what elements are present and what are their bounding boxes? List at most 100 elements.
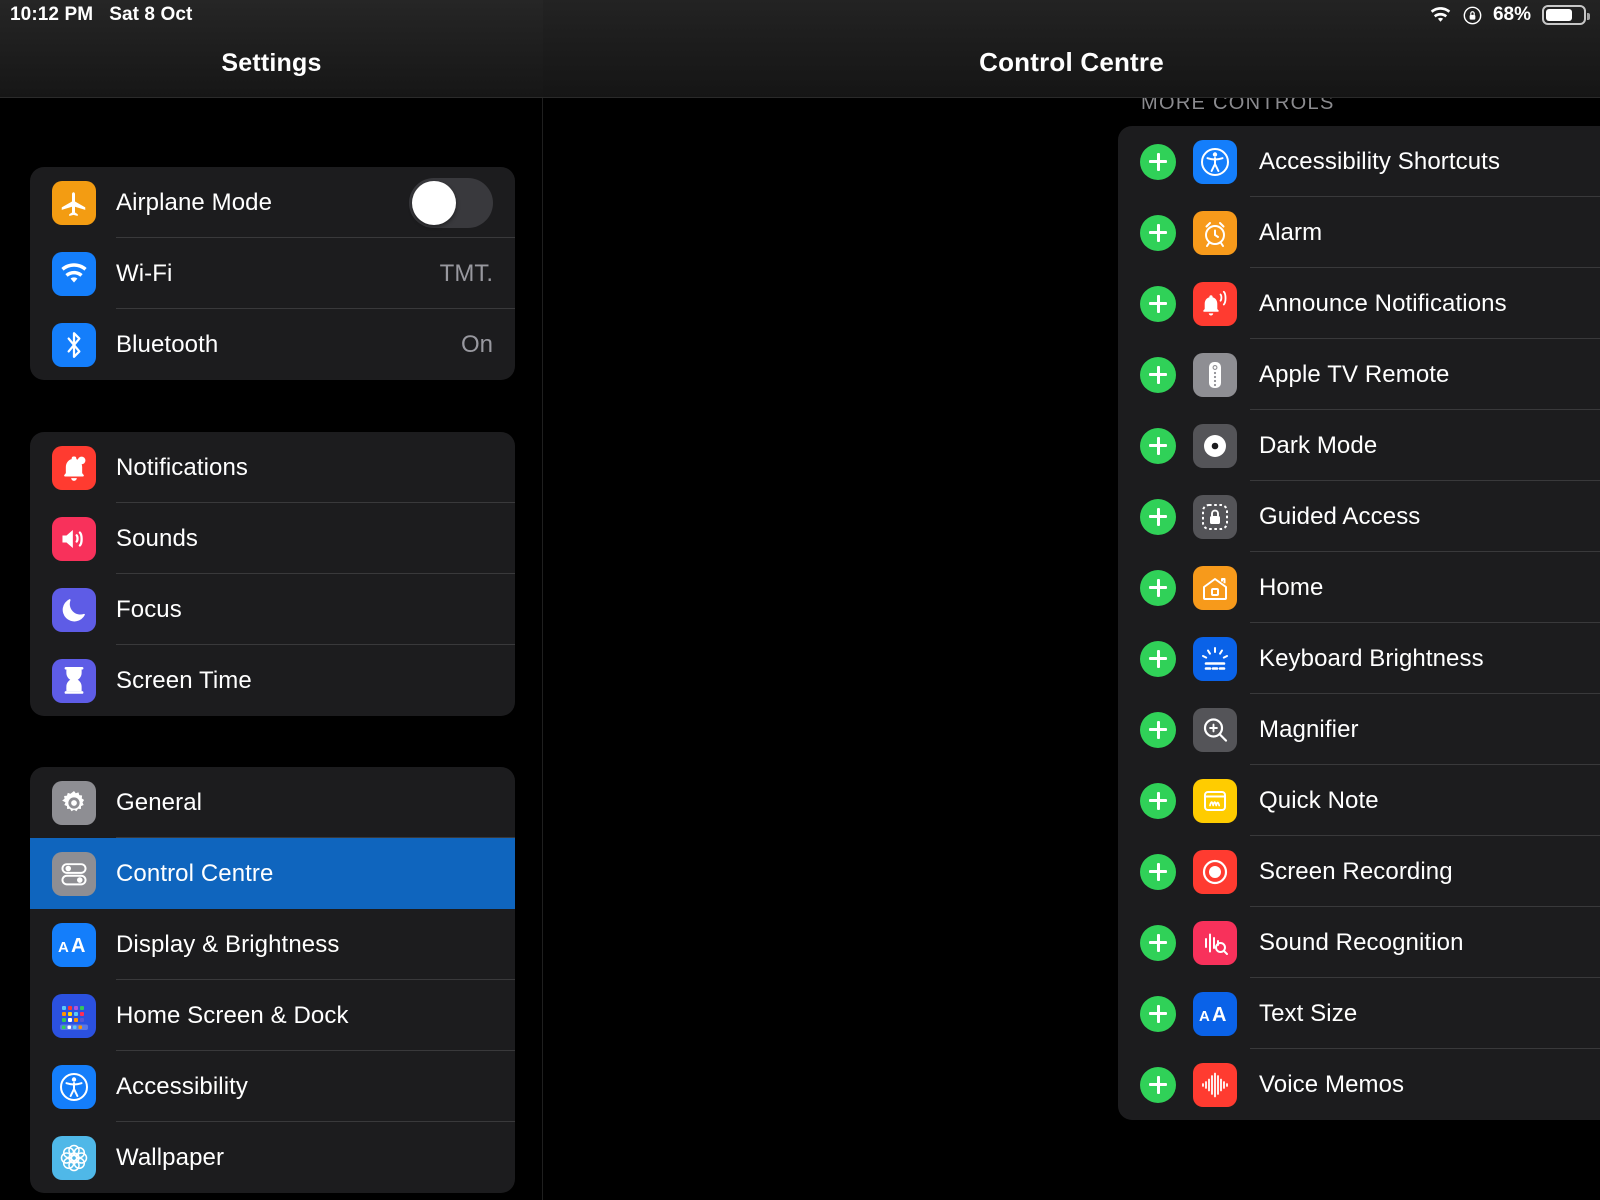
sidebar-item-home-screen-dock[interactable]: Home Screen & Dock [30, 980, 515, 1051]
sidebar-item-screen-time[interactable]: Screen Time [30, 645, 515, 716]
control-row-screen-recording[interactable]: Screen Recording [1118, 836, 1600, 907]
wifi-icon [1429, 6, 1452, 24]
magnifier-icon [1193, 707, 1237, 752]
plus-icon[interactable] [1140, 711, 1176, 748]
status-date: Sat 8 Oct [109, 4, 193, 25]
control-label: Text Size [1259, 999, 1358, 1027]
control-row-guided-access[interactable]: Guided Access [1118, 481, 1600, 552]
control-row-sound-recognition[interactable]: Sound Recognition [1118, 907, 1600, 978]
control-label: Voice Memos [1259, 1070, 1405, 1098]
sidebar-item-label: Notifications [116, 453, 249, 481]
control-row-home[interactable]: Home [1118, 552, 1600, 623]
control-row-apple-tv-remote[interactable]: Apple TV Remote [1118, 339, 1600, 410]
control-row-keyboard-brightness[interactable]: Keyboard Brightness [1118, 623, 1600, 694]
page-title: Settings [221, 49, 322, 77]
plus-icon[interactable] [1140, 853, 1176, 890]
guided-access-lock-icon [1193, 494, 1237, 539]
sidebar-item-label: Wi-Fi [116, 259, 173, 287]
sidebar-item-label: Bluetooth [116, 330, 219, 358]
sidebar-item-accessibility[interactable]: Accessibility [30, 1051, 515, 1122]
bluetooth-icon [52, 322, 96, 367]
control-label: Sound Recognition [1259, 928, 1464, 956]
battery-percent: 68% [1492, 4, 1531, 25]
control-label: Keyboard Brightness [1259, 644, 1484, 672]
voice-memos-icon [1193, 1062, 1237, 1107]
control-label: Apple TV Remote [1259, 360, 1450, 388]
sidebar-group-system: General Control Centre AA Display & Brig… [30, 767, 515, 1193]
plus-icon[interactable] [1140, 356, 1176, 393]
rotation-lock-icon [1463, 6, 1482, 25]
plus-icon[interactable] [1140, 498, 1176, 535]
control-row-accessibility-shortcuts[interactable]: Accessibility Shortcuts [1118, 126, 1600, 197]
control-label: Announce Notifications [1259, 289, 1507, 317]
wifi-network-value: TMT. [439, 259, 493, 287]
text-size-icon: AA [1193, 991, 1237, 1036]
sidebar-item-control-centre[interactable]: Control Centre [30, 838, 515, 909]
control-row-text-size[interactable]: AA Text Size [1118, 978, 1600, 1049]
alarm-clock-icon [1193, 210, 1237, 255]
airplane-icon [52, 180, 96, 225]
sidebar-item-label: Airplane Mode [116, 188, 273, 216]
control-row-alarm[interactable]: Alarm [1118, 197, 1600, 268]
sidebar-item-display-brightness[interactable]: AA Display & Brightness [30, 909, 515, 980]
keyboard-brightness-icon [1193, 636, 1237, 681]
plus-icon[interactable] [1140, 995, 1176, 1032]
sidebar-item-notifications[interactable]: Notifications [30, 432, 515, 503]
plus-icon[interactable] [1140, 1066, 1176, 1103]
dark-mode-icon [1193, 423, 1237, 468]
sidebar-item-airplane-mode[interactable]: Airplane Mode [30, 167, 515, 238]
svg-text:A: A [58, 939, 69, 956]
control-row-quick-note[interactable]: Quick Note [1118, 765, 1600, 836]
status-bar: 10:12 PM Sat 8 Oct 68% [0, 0, 1600, 30]
sidebar-item-wallpaper[interactable]: Wallpaper [30, 1122, 515, 1193]
tv-remote-icon [1193, 352, 1237, 397]
more-controls-list: Accessibility Shortcuts Alarm Announce N… [1118, 126, 1600, 1120]
quick-note-icon [1193, 778, 1237, 823]
plus-icon[interactable] [1140, 782, 1176, 819]
sidebar-group-connectivity: Airplane Mode Wi-Fi TMT. Bluetooth On [30, 167, 515, 380]
control-label: Guided Access [1259, 502, 1421, 530]
control-label: Quick Note [1259, 786, 1379, 814]
panel-divider [542, 0, 543, 1200]
plus-icon[interactable] [1140, 285, 1176, 322]
control-row-dark-mode[interactable]: Dark Mode [1118, 410, 1600, 481]
gear-icon [52, 780, 96, 825]
status-time: 10:12 PM [10, 4, 94, 25]
control-row-announce-notifications[interactable]: Announce Notifications [1118, 268, 1600, 339]
sound-recognition-icon [1193, 920, 1237, 965]
svg-text:A: A [1199, 1008, 1210, 1025]
plus-icon[interactable] [1140, 214, 1176, 251]
plus-icon[interactable] [1140, 569, 1176, 606]
airplane-mode-toggle[interactable] [409, 177, 493, 228]
text-size-icon: AA [52, 922, 96, 967]
sidebar-item-label: Accessibility [116, 1072, 248, 1100]
control-row-magnifier[interactable]: Magnifier [1118, 694, 1600, 765]
status-bar-right: 68% [1429, 4, 1590, 26]
plus-icon[interactable] [1140, 640, 1176, 677]
plus-icon[interactable] [1140, 143, 1176, 180]
moon-icon [52, 587, 96, 632]
sidebar-item-bluetooth[interactable]: Bluetooth On [30, 309, 515, 380]
sidebar-item-label: General [116, 788, 203, 816]
sidebar-group-alerts: Notifications Sounds Focus Screen Time [30, 432, 515, 716]
control-centre-panel: MORE CONTROLS Accessibility Shortcuts Al… [543, 0, 1600, 1200]
plus-icon[interactable] [1140, 427, 1176, 464]
sidebar-item-wifi[interactable]: Wi-Fi TMT. [30, 238, 515, 309]
sidebar-item-general[interactable]: General [30, 767, 515, 838]
control-row-voice-memos[interactable]: Voice Memos [1118, 1049, 1600, 1120]
navbar-hairline [543, 97, 1600, 98]
sidebar-item-focus[interactable]: Focus [30, 574, 515, 645]
sidebar-item-label: Wallpaper [116, 1143, 225, 1171]
control-label: Home [1259, 573, 1324, 601]
sidebar-item-sounds[interactable]: Sounds [30, 503, 515, 574]
settings-sidebar: Airplane Mode Wi-Fi TMT. Bluetooth On No… [0, 0, 543, 1200]
plus-icon[interactable] [1140, 924, 1176, 961]
control-label: Magnifier [1259, 715, 1359, 743]
hourglass-icon [52, 658, 96, 703]
home-screen-grid-icon [52, 993, 96, 1038]
toggle-knob [412, 180, 456, 225]
sidebar-item-label: Control Centre [116, 859, 274, 887]
control-label: Alarm [1259, 218, 1323, 246]
home-house-icon [1193, 565, 1237, 610]
svg-text:A: A [71, 935, 85, 957]
